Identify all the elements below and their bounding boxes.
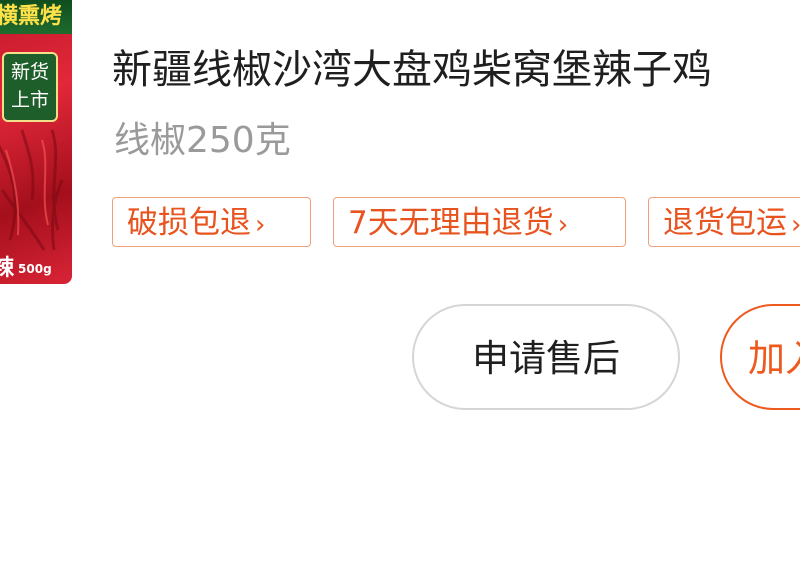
product-image[interactable]: 横熏烤 新货 上市 辣 500g: [0, 0, 72, 284]
tag-label: 退货包运: [663, 205, 787, 241]
chevron-right-icon: ›: [791, 210, 800, 240]
after-sales-button[interactable]: 申请售后: [412, 304, 680, 410]
badge-line1: 新货: [10, 61, 49, 83]
badge-line2: 上市: [10, 89, 49, 111]
tag-seven-day-return[interactable]: 7天无理由退货 ›: [333, 197, 626, 247]
chevron-right-icon: ›: [255, 210, 266, 240]
new-arrival-badge: 新货 上市: [2, 52, 58, 122]
order-item-screen: 横熏烤 新货 上市 辣 500g 新疆线椒沙湾大盘鸡柴窝堡辣子鸡 线椒250克 破…: [0, 0, 800, 564]
chevron-right-icon: ›: [557, 210, 569, 240]
image-bottom-text: 辣 500g: [0, 254, 52, 284]
net-weight: 500g: [18, 262, 52, 276]
chili-pattern: [0, 129, 64, 251]
tag-label: 破损包退: [127, 205, 251, 241]
product-title[interactable]: 新疆线椒沙湾大盘鸡柴窝堡辣子鸡: [112, 40, 800, 100]
image-top-text: 横熏烤: [0, 0, 72, 34]
tag-return-shipping[interactable]: 退货包运›: [648, 197, 800, 247]
tag-label: 7天无理由退货: [348, 205, 554, 241]
add-to-cart-button[interactable]: 加入: [720, 304, 800, 410]
image-bottom-label: 辣: [0, 256, 15, 281]
product-spec: 线椒250克: [114, 120, 291, 161]
tag-damage-refund[interactable]: 破损包退 ›: [112, 197, 311, 247]
